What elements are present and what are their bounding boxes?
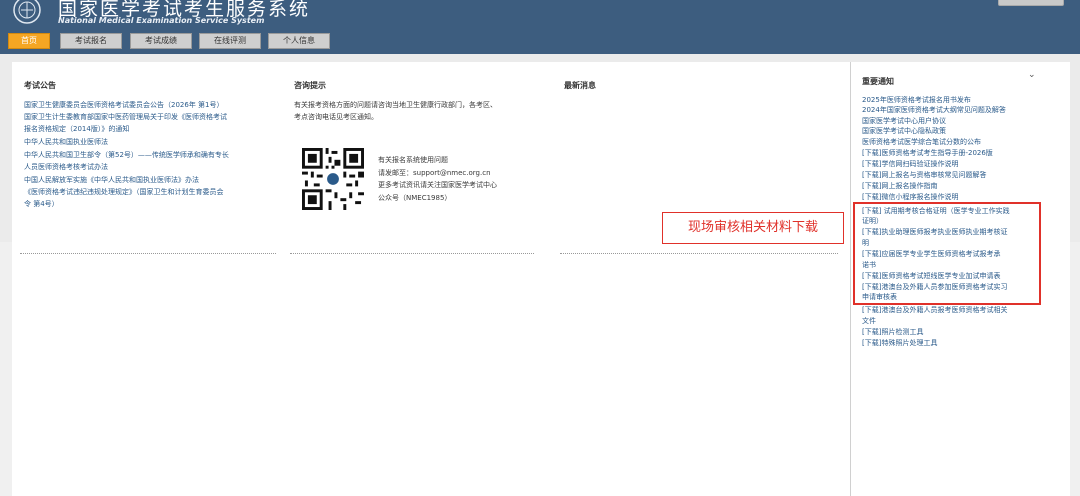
site-subtitle: National Medical Examination Service Sys… [58,16,265,25]
news-title: 最新消息 [564,81,596,90]
notice-link[interactable]: 国家医学考试中心隐私政策 [862,127,946,136]
contact-email[interactable]: 请发邮至：support@nmec.org.cn [378,169,491,178]
notice-link[interactable]: [下载]特殊照片处理工具 [862,339,937,348]
notice-link[interactable]: 2024年国家医师资格考试大纲常见问题及解答 [862,106,1006,115]
contact-text: 公众号（NMEC1985） [378,194,452,202]
highlight-box [853,202,1041,305]
announcement-link[interactable]: 国家卫生计生委教育部国家中医药管理局关于印发《医师资格考试 [24,113,227,122]
chevron-down-icon[interactable]: ⌄ [1028,70,1036,80]
announcement-link[interactable]: 中国人民解放军实施《中华人民共和国执业医师法》办法 [24,176,199,185]
notice-link[interactable]: 2025年医师资格考试报名用书发布 [862,96,971,105]
site-header: 国家医学考试考生服务系统 National Medical Examinatio… [0,0,1080,54]
announcement-link[interactable]: 中华人民共和国执业医师法 [24,138,108,147]
header-action-button[interactable] [998,0,1064,6]
contact-text: 更多考试资讯请关注国家医学考试中心 [378,181,497,189]
notice-link[interactable]: [下载]港澳台及外籍人员报考医师资格考试相关 [862,306,1007,315]
column-divider [20,253,276,254]
notice-link[interactable]: 医师资格考试医学综合笔试分数的公布 [862,138,981,147]
consult-text: 考点咨询电话见考区通知。 [294,113,378,121]
notice-link[interactable]: [下载]医师资格考试考生指导手册-2026版 [862,149,993,158]
announcement-link[interactable]: 国家卫生健康委员会医师资格考试委员会公告（2026年 第1号） [24,101,224,110]
nav-personal-info[interactable]: 个人信息 [268,33,330,49]
notice-link[interactable]: [下载]学信网扫码验证操作说明 [862,160,958,169]
announcement-link[interactable]: 中华人民共和国卫生部令（第52号）——传统医学师承和确有专长 [24,151,229,160]
announcements-title: 考试公告 [24,81,56,90]
nav-exam-registration[interactable]: 考试报名 [60,33,122,49]
notice-link[interactable]: [下载]照片检测工具 [862,328,923,337]
nav-exam-scores[interactable]: 考试成绩 [130,33,192,49]
notice-link[interactable]: [下载]网上报名操作指南 [862,182,937,191]
column-divider [290,253,534,254]
notice-link[interactable]: [下载]网上报名与资格审核常见问题解答 [862,171,986,180]
notice-link[interactable]: 国家医学考试中心用户协议 [862,117,946,126]
qr-code-image [302,148,364,210]
annotation-label: 现场审核相关材料下载 [662,212,844,244]
nav-home[interactable]: 首页 [8,33,50,49]
announcement-link[interactable]: 《医师资格考试违纪违规处理规定》（国家卫生和计划生育委员会 [24,188,224,197]
emblem-logo-icon [13,0,41,24]
nav-online-assessment[interactable]: 在线评测 [199,33,261,49]
announcement-link[interactable]: 令 第4号） [24,200,59,209]
notices-title: 重要通知 [862,77,894,86]
column-divider [560,253,838,254]
announcement-link[interactable]: 人员医师资格考核考试办法 [24,163,108,172]
notice-link[interactable]: [下载]微信小程序报名操作说明 [862,193,958,202]
consult-text: 有关报考资格方面的问题请咨询当地卫生健康行政部门，各考区、 [294,101,497,109]
contact-text: 有关报名系统使用问题 [378,156,448,164]
announcement-link[interactable]: 报名资格规定（2014版）》的通知 [24,125,129,134]
consult-title: 咨询提示 [294,81,326,90]
notice-link[interactable]: 文件 [862,317,876,326]
